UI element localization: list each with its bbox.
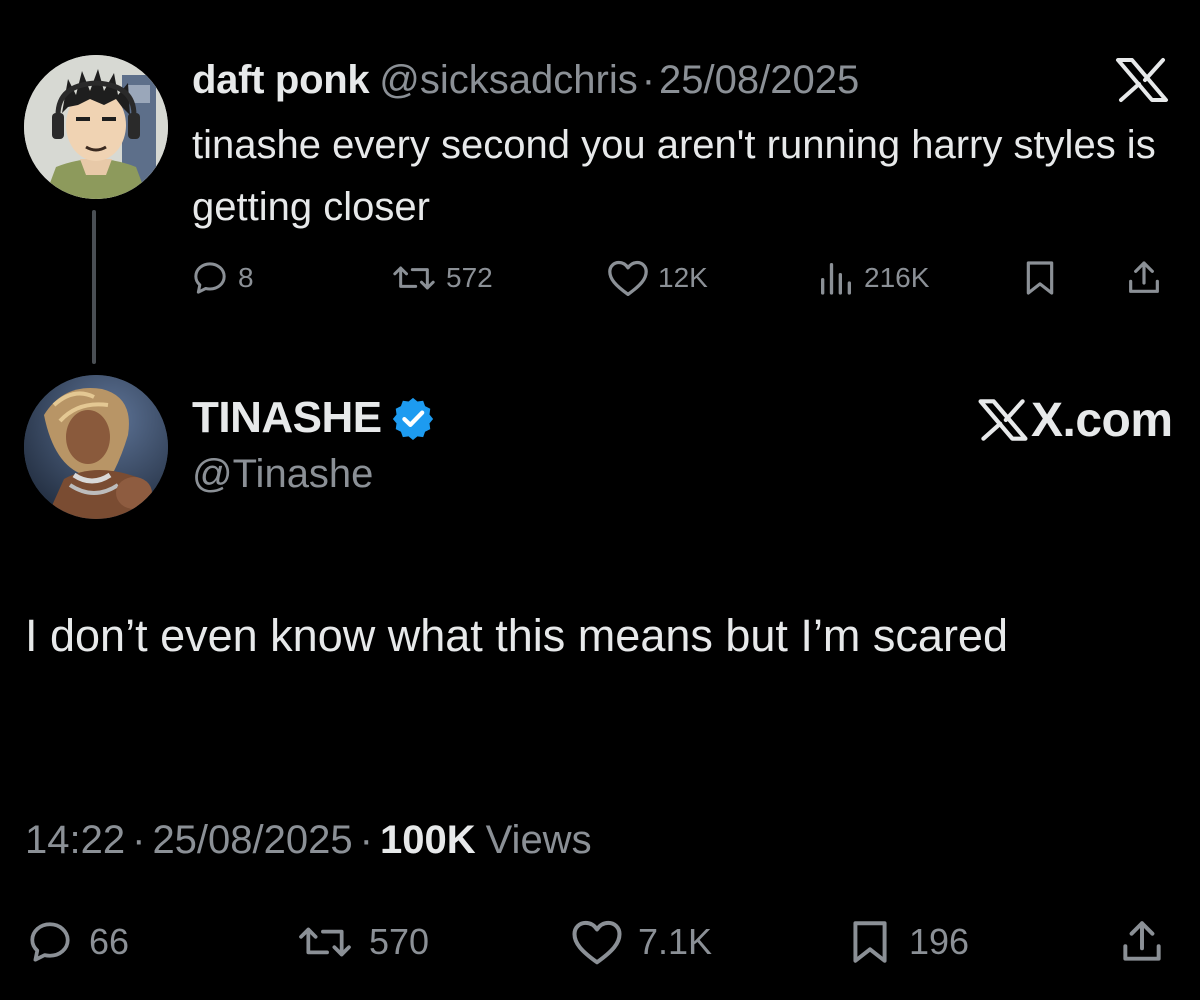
parent-views-button[interactable]: 216K: [816, 254, 929, 302]
main-reply-count: 66: [89, 921, 130, 962]
parent-handle[interactable]: @sicksadchris: [379, 58, 637, 103]
main-like-button[interactable]: 7.1K: [570, 912, 712, 972]
main-name-row: TINASHE: [192, 392, 436, 444]
parent-share-button[interactable]: [1124, 254, 1164, 302]
reply-icon: [30, 922, 70, 962]
main-repost-count: 570: [369, 921, 430, 962]
views-icon: [821, 263, 851, 295]
like-icon: [608, 260, 648, 296]
main-tweet-text: I don’t even know what this means but I’…: [25, 610, 1008, 661]
parent-tweet-header: daft ponk @sicksadchris · 25/08/2025: [192, 56, 859, 104]
parent-bookmark-button[interactable]: [1020, 254, 1060, 302]
main-display-name[interactable]: TINASHE: [192, 393, 382, 443]
main-tweet-meta: 14:22 · 25/08/2025 · 100K Views: [25, 812, 592, 868]
verified-badge-icon: [392, 397, 433, 441]
main-avatar[interactable]: [24, 375, 168, 519]
meta-separator-2: ·: [359, 817, 373, 862]
x-watermark-logo-icon: [978, 399, 1028, 441]
parent-like-count: 12K: [658, 262, 708, 293]
parent-reply-count: 8: [238, 262, 254, 293]
main-reply-button[interactable]: 66: [25, 912, 129, 972]
main-bookmark-count: 196: [909, 921, 970, 962]
main-time[interactable]: 14:22: [25, 818, 125, 863]
parent-repost-button[interactable]: 572: [390, 254, 493, 302]
main-views-label: Views: [485, 817, 592, 862]
x-logo-icon: [1112, 56, 1172, 104]
parent-action-bar: 8 572 12K 216K: [188, 254, 1178, 302]
share-icon: [1123, 921, 1161, 961]
meta-separator-1: ·: [132, 817, 146, 862]
repost-icon: [393, 266, 435, 290]
main-handle[interactable]: @Tinashe: [192, 452, 373, 497]
main-views-count: 100K: [379, 817, 476, 862]
main-bookmark-button[interactable]: 196: [845, 912, 969, 972]
main-repost-button[interactable]: 570: [295, 912, 429, 972]
reply-icon: [194, 262, 226, 294]
xcom-label: X.com: [1031, 393, 1173, 447]
xcom-watermark: X.com: [975, 392, 1173, 448]
bookmark-icon: [1026, 261, 1054, 295]
bookmark-icon: [853, 921, 887, 963]
share-icon: [1129, 261, 1159, 293]
like-icon: [572, 920, 622, 965]
parent-tweet-text: tinashe every second you aren't running …: [192, 123, 1156, 229]
parent-reply-button[interactable]: 8: [190, 254, 254, 302]
parent-avatar-image: [24, 55, 168, 199]
parent-avatar[interactable]: [24, 55, 168, 199]
main-action-bar: 66 570 7.1K 196: [25, 912, 1175, 972]
parent-display-name[interactable]: daft ponk: [192, 58, 370, 103]
main-avatar-image: [24, 375, 168, 519]
main-like-count: 7.1K: [638, 921, 713, 962]
main-share-button[interactable]: [1117, 912, 1167, 972]
parent-date[interactable]: 25/08/2025: [659, 58, 859, 103]
parent-separator: ·: [641, 57, 656, 102]
thread-connector-line: [92, 210, 96, 364]
main-date[interactable]: 25/08/2025: [152, 818, 352, 863]
repost-icon: [299, 927, 351, 957]
parent-repost-count: 572: [446, 262, 493, 293]
parent-views-count: 216K: [864, 262, 930, 293]
parent-like-button[interactable]: 12K: [606, 254, 708, 302]
